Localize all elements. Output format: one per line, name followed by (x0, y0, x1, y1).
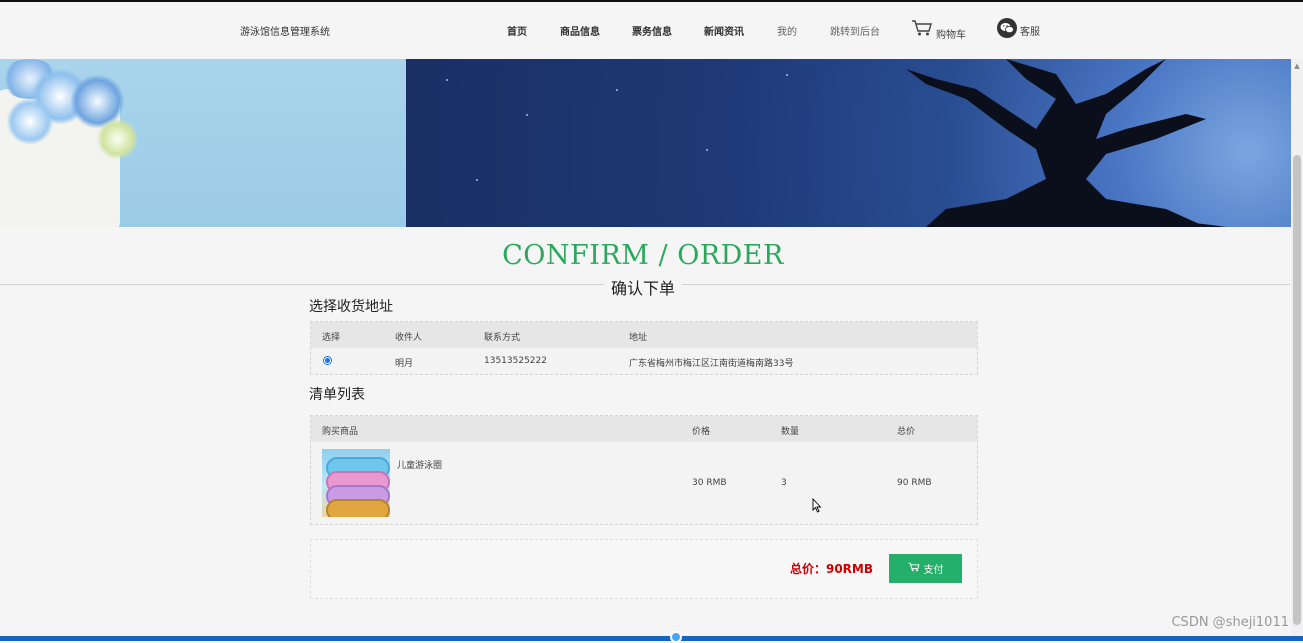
order-total: 总价：90RMB (789, 562, 873, 576)
recipient-address: 广东省梅州市梅江区江南街道梅南路33号 (629, 359, 794, 369)
cart-icon (911, 19, 933, 41)
table-row: 儿童游泳圈 30 RMB 3 90 RMB (311, 442, 977, 524)
vertical-scrollbar[interactable]: ▲ (1291, 59, 1303, 641)
col-subtotal: 总价 (897, 427, 916, 437)
address-table-header: 选择 收件人 联系方式 地址 (311, 322, 977, 348)
nav-tickets[interactable]: 票务信息 (632, 23, 672, 38)
pay-button-label: 支付 (923, 565, 944, 576)
product-quantity: 3 (781, 478, 787, 488)
col-address: 地址 (629, 333, 648, 343)
table-row[interactable]: 明月 13513525222 广东省梅州市梅江区江南街道梅南路33号 (311, 348, 977, 374)
page-progress-bar (0, 636, 1303, 641)
nav-news[interactable]: 新闻资讯 (704, 23, 744, 38)
nav-home[interactable]: 首页 (507, 23, 527, 38)
order-table: 购买商品 价格 数量 总价 儿童游泳圈 30 RMB 3 90 RMB (310, 415, 978, 525)
orderlist-section-title: 清单列表 (309, 387, 365, 403)
nav-admin[interactable]: 跳转到后台 (830, 23, 880, 38)
banner-cake-image (0, 59, 406, 227)
customer-service-link[interactable]: 客服 (997, 18, 1040, 38)
site-brand[interactable]: 游泳馆信息管理系统 (240, 23, 330, 38)
pay-button[interactable]: 支付 (889, 554, 962, 583)
product-price: 30 RMB (692, 478, 727, 488)
nav-mine[interactable]: 我的 (777, 23, 797, 38)
scrollbar-thumb[interactable] (1293, 155, 1301, 625)
mouse-cursor-icon (812, 498, 822, 513)
address-section-title: 选择收货地址 (309, 299, 393, 315)
col-select: 选择 (322, 333, 341, 343)
scroll-up-icon[interactable]: ▲ (1293, 61, 1301, 71)
col-recipient: 收件人 (395, 333, 423, 343)
col-product: 购买商品 (322, 427, 359, 437)
recipient-phone: 13513525222 (484, 356, 547, 366)
banner-night-tree-image (406, 59, 1291, 227)
top-navigation: 游泳馆信息管理系统 首页 商品信息 票务信息 新闻资讯 我的 跳转到后台 购物车… (0, 2, 1303, 59)
col-quantity: 数量 (781, 427, 800, 437)
wechat-icon (997, 18, 1017, 38)
service-label: 客服 (1020, 27, 1040, 38)
page-title-en: CONFIRM / ORDER (502, 240, 784, 271)
cart-icon (908, 562, 920, 575)
hero-banner (0, 59, 1291, 227)
product-name[interactable]: 儿童游泳圈 (397, 458, 442, 471)
cart-link[interactable]: 购物车 (911, 19, 966, 41)
page-title-cn: 确认下单 (604, 275, 683, 299)
payment-panel: 总价：90RMB 支付 (310, 539, 978, 599)
nav-products[interactable]: 商品信息 (560, 23, 600, 38)
address-table: 选择 收件人 联系方式 地址 明月 13513525222 广东省梅州市梅江区江… (310, 321, 978, 375)
recipient-name: 明月 (395, 359, 414, 369)
col-price: 价格 (692, 427, 711, 437)
cart-label: 购物车 (936, 30, 966, 41)
product-subtotal: 90 RMB (897, 478, 932, 488)
radio-checked-icon[interactable] (323, 356, 332, 365)
progress-knob[interactable] (670, 631, 682, 643)
watermark-text: CSDN @sheji1011 (1171, 615, 1289, 630)
order-table-header: 购买商品 价格 数量 总价 (311, 416, 977, 442)
col-phone: 联系方式 (484, 333, 521, 343)
tree-silhouette (906, 59, 1226, 227)
product-thumbnail[interactable] (322, 449, 390, 517)
